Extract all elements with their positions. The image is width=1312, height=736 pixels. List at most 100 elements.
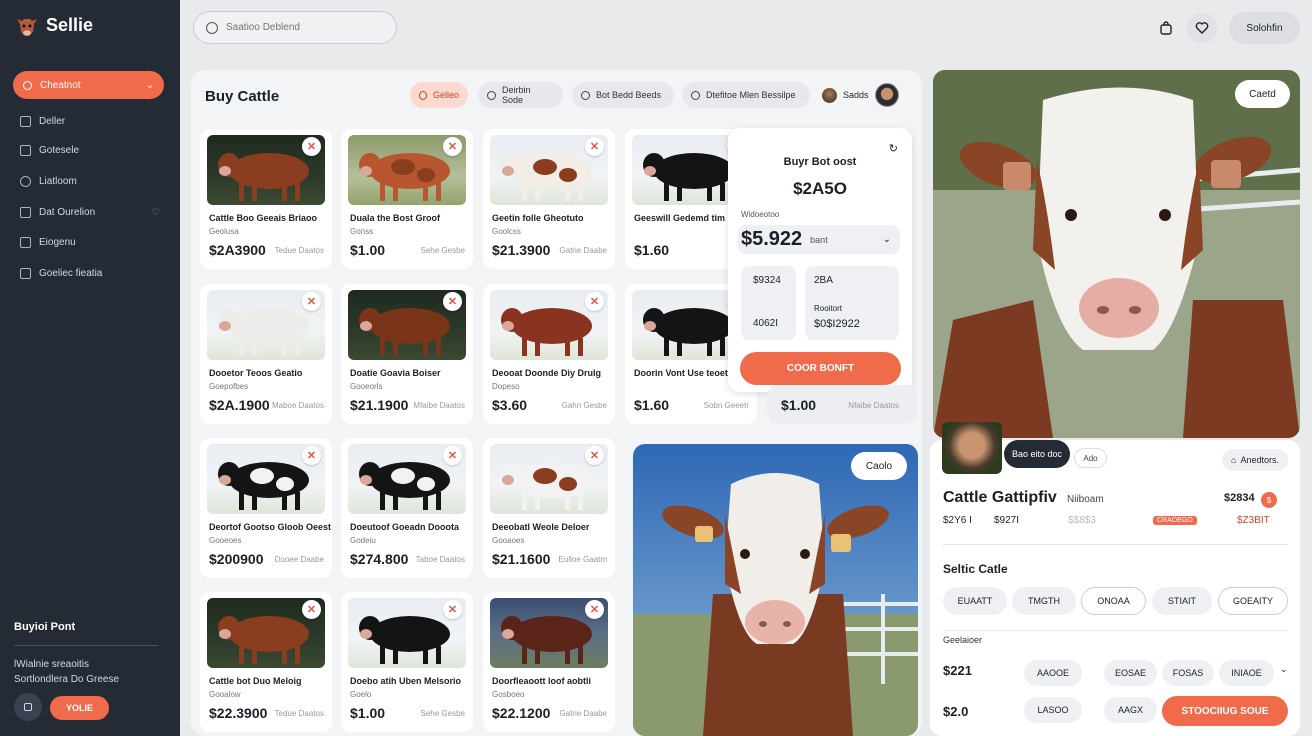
remove-icon[interactable]: ✕ <box>585 137 604 156</box>
card-subtitle: Geolusa <box>209 227 239 236</box>
card-meta: Sobn Geeetr <box>703 401 749 410</box>
listing-card[interactable]: ✕ Deortof Gootso Gloob Oeest Gooeoes $20090… <box>200 438 332 578</box>
stat-value: $927I <box>994 515 1020 526</box>
card-title: Doebo atih Uben Melsorio <box>350 676 462 686</box>
sidebar-item-dat-ourelion[interactable]: Dat Ourelion ♡ <box>20 207 160 218</box>
search-bar[interactable] <box>193 11 397 44</box>
price-badge[interactable]: $ <box>1261 492 1277 508</box>
buy-button[interactable]: STOOCIIUG SOUE <box>1162 696 1288 726</box>
sidebar-item-liatloom[interactable]: Liatloom <box>20 176 160 187</box>
option-button[interactable]: ONOAA <box>1081 587 1146 615</box>
nav-primary-item[interactable]: Cheatnot ⌄ <box>13 71 164 99</box>
remove-icon[interactable]: ✕ <box>443 600 462 619</box>
option-button[interactable]: EUAATT <box>943 587 1007 615</box>
card-price: $2A.1900 <box>209 397 270 413</box>
listing-card[interactable]: ✕ Cattle Boo Geeais Briaoo Geolusa $2A3900 T… <box>200 129 332 269</box>
size-option[interactable]: AAGX <box>1104 697 1157 723</box>
listing-card[interactable]: ✕ Deeobatl Weole Deloer Gooaoes $21.1600 Eul… <box>483 438 615 578</box>
listing-card-partial[interactable]: $1.00 Nfaibe Daatos <box>767 385 917 423</box>
sidebar-item-deller[interactable]: Deller <box>20 116 160 127</box>
card-meta: Taboe Daatos <box>415 555 465 564</box>
remove-icon[interactable]: ✕ <box>302 137 321 156</box>
filter-chip[interactable]: Deirbin Sode <box>478 82 563 108</box>
nav-primary-label: Cheatnot <box>40 79 81 91</box>
photo-pill[interactable]: Caolo <box>851 452 907 480</box>
card-subtitle: Gooeorls <box>350 382 383 391</box>
size-option[interactable]: INIAOE <box>1219 660 1274 686</box>
info-label: Rooitort <box>814 304 843 313</box>
confirm-button[interactable]: COOR BONFT <box>740 352 901 385</box>
listing-card[interactable]: ✕ Doeutoof Goeadn Dooota Godeiu $274.800 Tab… <box>341 438 473 578</box>
option-button[interactable]: STIAIT <box>1152 587 1212 615</box>
listing-card[interactable]: ✕ Cattle bot Duo Meloig Gooalow $22.3900 Ted… <box>200 592 332 732</box>
heart-icon[interactable] <box>1187 13 1217 43</box>
search-input[interactable] <box>226 22 376 33</box>
seller-tag[interactable]: Ado <box>1074 448 1107 468</box>
remove-icon[interactable]: ✕ <box>443 137 462 156</box>
popup-title: Buyr Bot oost <box>783 156 857 168</box>
field-label: Geelaioer <box>943 635 983 645</box>
listing-card[interactable]: ✕ Deooat Doonde Diy Drulg Dopeso $3.60 Gahn … <box>483 284 615 424</box>
remove-icon[interactable]: ✕ <box>585 600 604 619</box>
sidebar-item-goeliec[interactable]: Goeliec fieatia <box>20 268 160 279</box>
share-label: Anedtors. <box>1240 455 1279 465</box>
refresh-icon[interactable]: ↻ <box>889 142 898 155</box>
size-option[interactable]: LASOO <box>1024 697 1082 723</box>
card-title: Doorfleaoott loof aobtli <box>492 676 591 686</box>
option-button[interactable]: TMGTH <box>1012 587 1076 615</box>
user-chip[interactable]: Sadds <box>822 83 899 107</box>
card-title: Cattle bot Duo Meloig <box>209 676 302 686</box>
top-action-button[interactable]: Solohfin <box>1229 12 1300 44</box>
option-button[interactable]: GOEAITY <box>1218 587 1288 615</box>
size-option[interactable]: EOSAE <box>1104 660 1157 686</box>
card-meta: Duoee Daabe <box>274 555 324 564</box>
card-title: Doatie Goavia Boiser <box>350 368 441 378</box>
remove-icon[interactable]: ✕ <box>443 446 462 465</box>
card-price: $21.1600 <box>492 551 551 567</box>
bag-icon[interactable] <box>1151 13 1181 43</box>
remove-icon[interactable]: ✕ <box>302 292 321 311</box>
card-title: Deooat Doonde Diy Drulg <box>492 368 602 378</box>
sidebar-item-label: Eiogenu <box>39 237 76 248</box>
chevron-down-icon[interactable]: ⌄ <box>1280 664 1288 675</box>
sidebar-item-gotesele[interactable]: Gotesele <box>20 145 160 156</box>
stat-value: $2Y6 I <box>943 515 972 526</box>
divider <box>943 544 1288 545</box>
remove-icon[interactable]: ✕ <box>585 446 604 465</box>
sidebar-text: Sortlondlera Do Greese <box>14 674 120 685</box>
chip-label: Bot Bedd Beeds <box>596 90 662 100</box>
filter-chip[interactable]: Dtefitoe Mlen Bessilpe <box>682 82 810 108</box>
card-title: Dooetor Teoos Geatio <box>209 368 303 378</box>
sidebar: Sellie Cheatnot ⌄ Deller Gotesele Liatlo… <box>0 0 180 736</box>
remove-icon[interactable]: ✕ <box>585 292 604 311</box>
listing-card[interactable]: ✕ Doebo atih Uben Melsorio Goelo $1.00 Sehe … <box>341 592 473 732</box>
size-option[interactable]: FOSAS <box>1162 660 1214 686</box>
listing-card[interactable]: ✕ Doatie Goavia Boiser Gooeorls $21.1900 Mfa… <box>341 284 473 424</box>
remove-icon[interactable]: ✕ <box>302 600 321 619</box>
cattle-photo-large[interactable]: Caetd <box>933 70 1300 438</box>
sidebar-icon-button[interactable] <box>14 693 42 721</box>
listing-card[interactable]: ✕ Geetin folle Gheotuto Goolcss $21.3900 Gat… <box>483 129 615 269</box>
photo-pill[interactable]: Caetd <box>1235 80 1290 108</box>
listing-card[interactable]: ✕ Dooetor Teoos Geatio Goepofbes $2A.1900 Ma… <box>200 284 332 424</box>
listing-card[interactable]: ✕ Duala the Bost Groof Gonss $1.00 Sehe Gesb… <box>341 129 473 269</box>
remove-icon[interactable]: ✕ <box>302 446 321 465</box>
card-meta: Sehe Gesbe <box>420 246 465 255</box>
stat-value: $Z3BIT <box>1237 515 1270 526</box>
cattle-photo[interactable]: Caolo <box>633 444 918 736</box>
detail-subtitle: Niiboam <box>1067 494 1104 505</box>
size-option[interactable]: AAOOE <box>1024 660 1082 686</box>
share-button[interactable]: ⌂ Anedtors. <box>1222 449 1288 471</box>
note-icon <box>20 268 31 279</box>
price-select[interactable]: $5.922 bant ⌄ <box>738 225 900 254</box>
filter-chip[interactable]: Gelleo <box>410 82 468 108</box>
seller-tag[interactable]: Bao eito doc <box>1004 440 1070 468</box>
filter-chip[interactable]: Bot Bedd Beeds <box>572 82 674 108</box>
brand[interactable]: Sellie <box>14 12 93 38</box>
remove-icon[interactable]: ✕ <box>443 292 462 311</box>
sidebar-item-eiogenu[interactable]: Eiogenu <box>20 237 160 248</box>
listing-card[interactable]: ✕ Doorfleaoott loof aobtli Gosboeo $22.1200… <box>483 592 615 732</box>
chevron-down-icon: ⌄ <box>882 234 891 245</box>
card-price: $1.00 <box>350 242 386 258</box>
sidebar-action-button[interactable]: YOLIE <box>50 696 109 720</box>
